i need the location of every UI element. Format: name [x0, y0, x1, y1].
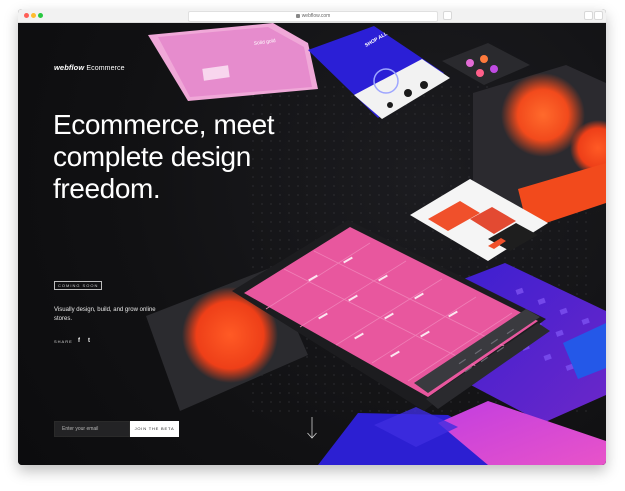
- new-tab-icon[interactable]: [584, 11, 593, 20]
- reload-icon[interactable]: [443, 11, 452, 20]
- maximize-window-button[interactable]: [38, 13, 43, 18]
- facebook-icon[interactable]: f: [78, 337, 80, 345]
- url-text: webflow.com: [301, 13, 331, 19]
- gems-card: [442, 43, 530, 85]
- browser-window: webflow.com Solid gold SHOP ALL ADD TO C…: [18, 9, 606, 465]
- browser-toolbar: webflow.com: [18, 9, 606, 23]
- coming-soon-badge: COMING SOON: [54, 281, 103, 290]
- scroll-down-arrow-icon[interactable]: [306, 416, 318, 440]
- join-beta-button[interactable]: JOIN THE BETA: [130, 421, 179, 437]
- landing-page: Solid gold SHOP ALL ADD TO CART webflow …: [18, 23, 606, 465]
- email-input[interactable]: [54, 421, 130, 437]
- address-bar[interactable]: webflow.com: [188, 11, 438, 22]
- close-window-button[interactable]: [24, 13, 29, 18]
- minimize-window-button[interactable]: [31, 13, 36, 18]
- hero-subtext: Visually design, build, and grow online …: [54, 307, 156, 322]
- twitter-icon[interactable]: t: [88, 337, 90, 345]
- brand[interactable]: webflow Ecommerce: [54, 63, 125, 72]
- lock-icon: [295, 13, 300, 18]
- pink-product-card: Solid gold: [148, 23, 318, 101]
- hero-artwork: Solid gold SHOP ALL ADD TO CART: [146, 23, 606, 465]
- brand-product: Ecommerce: [86, 65, 125, 72]
- tabs-overview-icon[interactable]: [594, 11, 603, 20]
- webflow-logo: webflow: [54, 63, 85, 72]
- share-label: SHARE: [54, 339, 73, 344]
- hero-headline: Ecommerce, meet complete design freedom.: [53, 109, 275, 204]
